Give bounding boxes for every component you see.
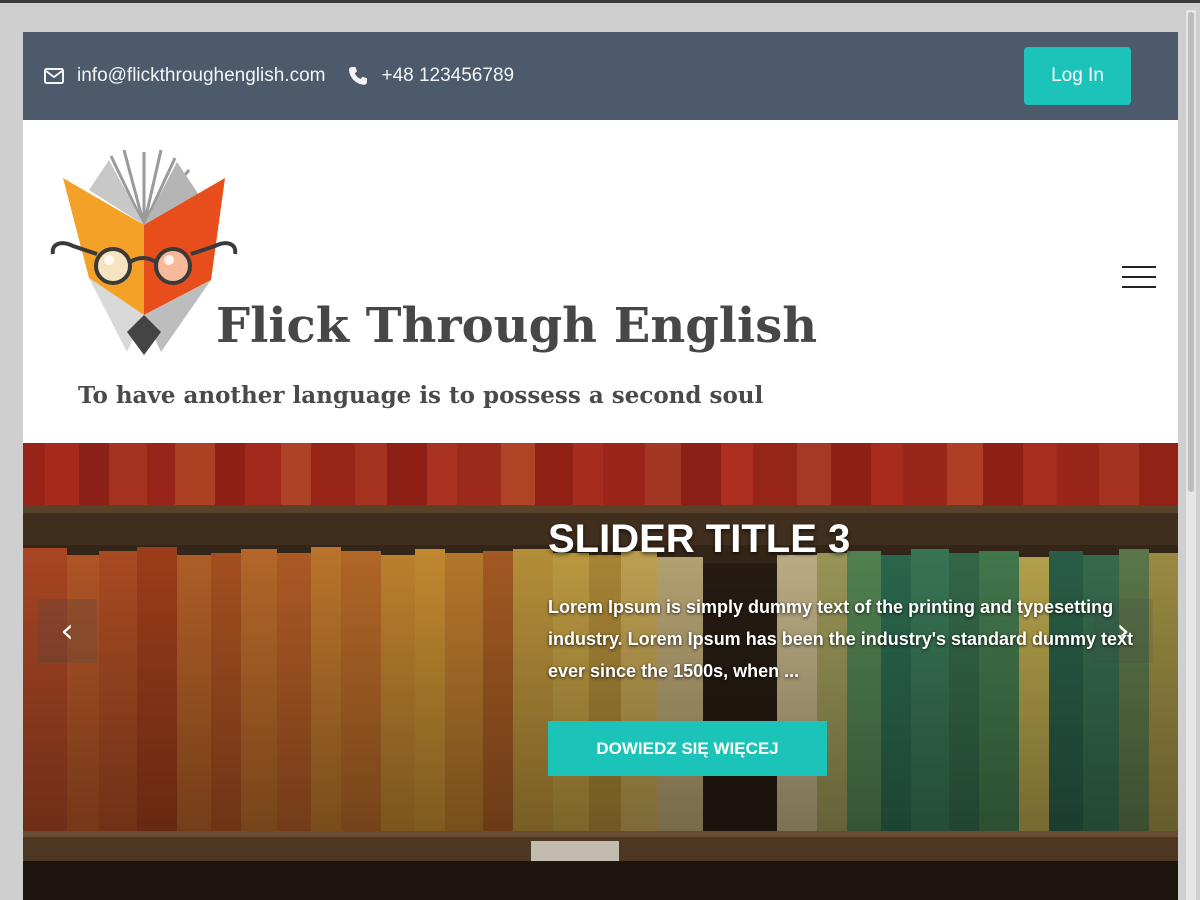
hero-slider[interactable]: ‹ › SLIDER TITLE 3 Lorem Ipsum is simply…: [23, 443, 1178, 900]
contact-email[interactable]: info@flickthroughenglish.com: [43, 65, 325, 87]
site-tagline: To have another language is to possess a…: [78, 382, 764, 409]
phone-icon: [347, 65, 369, 87]
contact-bar: info@flickthroughenglish.com +48 1234567…: [23, 32, 1178, 120]
login-button[interactable]: Log In: [1024, 47, 1131, 105]
slider-prev-arrow[interactable]: ‹: [37, 599, 97, 663]
hamburger-menu-icon[interactable]: [1122, 264, 1158, 292]
learn-more-button[interactable]: DOWIEDZ SIĘ WIĘCEJ: [548, 721, 827, 776]
page-frame: info@flickthroughenglish.com +48 1234567…: [23, 32, 1178, 900]
chevron-left-icon: ‹: [60, 611, 74, 651]
book-glasses-logo-icon[interactable]: [49, 150, 239, 355]
slider-title: SLIDER TITLE 3: [548, 517, 851, 561]
site-header: Flick Through English To have another la…: [23, 120, 1178, 443]
contact-email-text[interactable]: info@flickthroughenglish.com: [77, 65, 325, 87]
envelope-icon: [43, 65, 65, 87]
slider-description: Lorem Ipsum is simply dummy text of the …: [548, 597, 1134, 681]
contact-phone[interactable]: +48 123456789: [347, 65, 514, 87]
contact-phone-text[interactable]: +48 123456789: [381, 65, 514, 87]
window-top-border: [0, 0, 1200, 3]
site-title[interactable]: Flick Through English: [216, 298, 817, 354]
page-scrollbar-thumb[interactable]: [1188, 12, 1194, 492]
